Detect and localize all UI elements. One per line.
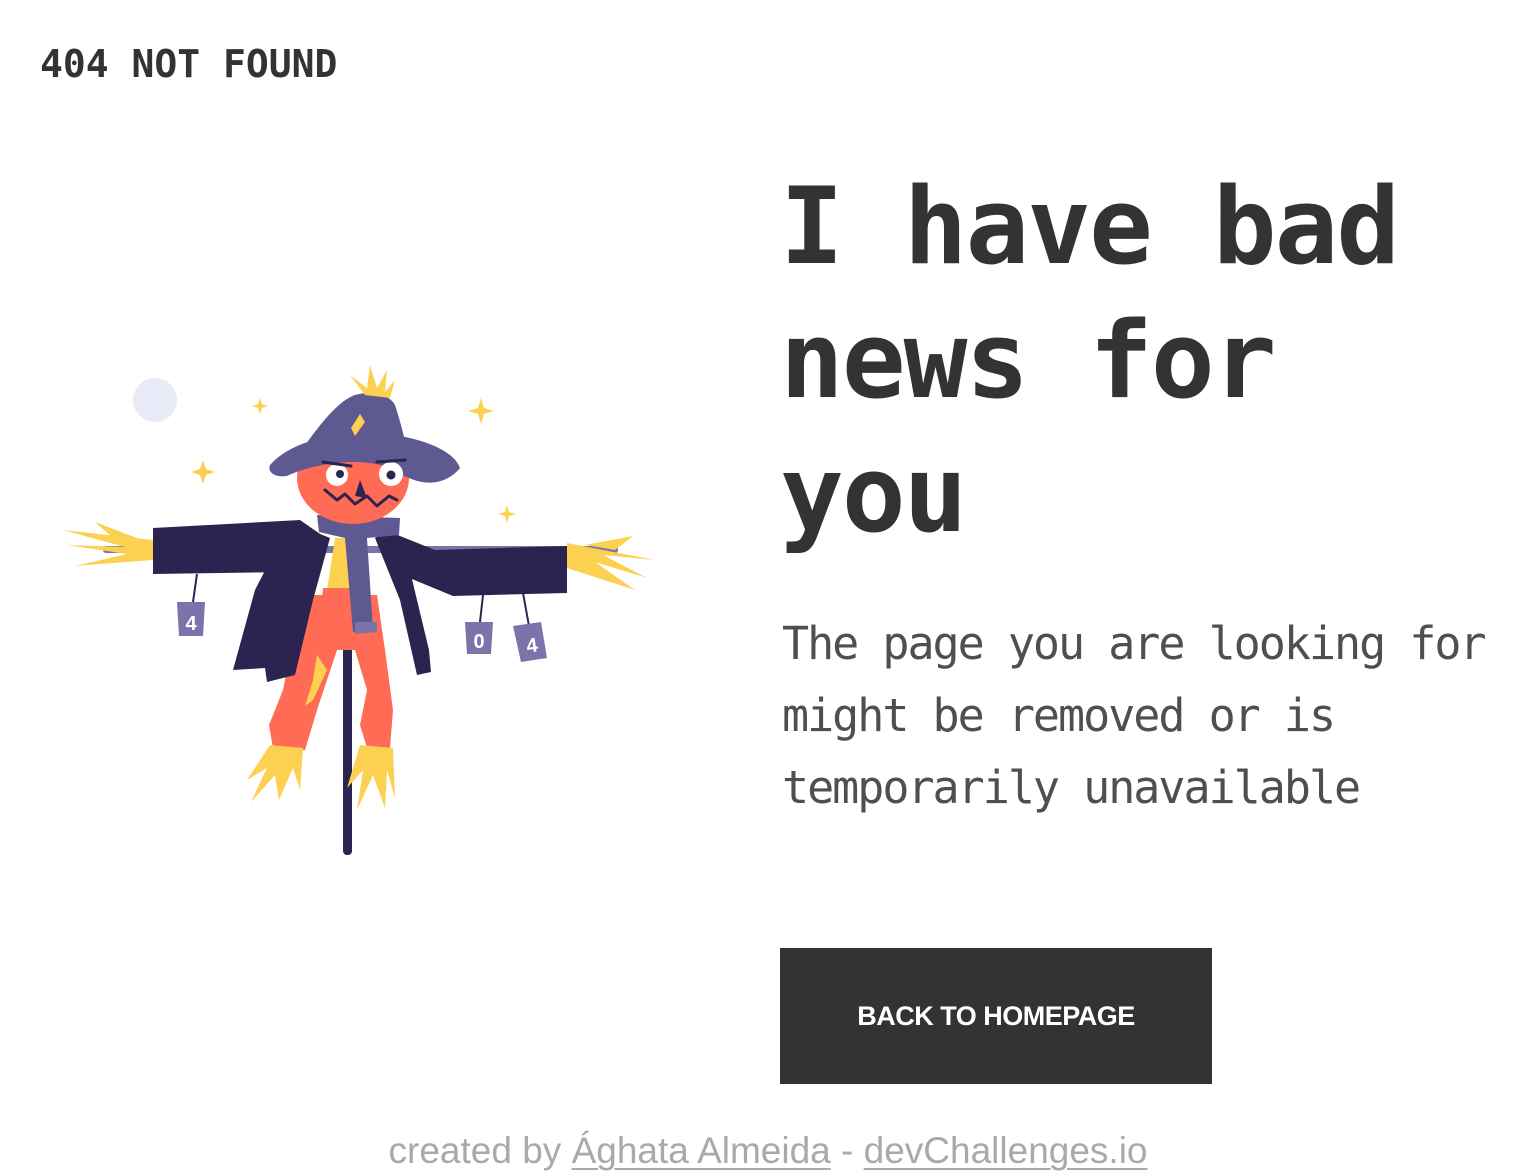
can-0: 0 (465, 622, 493, 654)
footer-credits: created by Ághata Almeida - devChallenge… (0, 1130, 1536, 1172)
page-headline: I have bad news for you (780, 165, 1400, 556)
footer-separator: - (841, 1130, 854, 1171)
can-label: 0 (473, 631, 484, 653)
footer-prefix: created by (388, 1130, 562, 1171)
back-to-homepage-button[interactable]: BACK TO HOMEPAGE (780, 948, 1212, 1084)
can-label: 4 (185, 613, 197, 635)
can-4-left: 4 (177, 602, 205, 636)
moon-icon (133, 378, 177, 422)
can-4-right: 4 (513, 622, 547, 662)
site-title: 404 NOT FOUND (40, 42, 338, 86)
scarecrow-illustration: 4 0 4 (55, 350, 665, 860)
author-link[interactable]: Ághata Almeida (572, 1130, 831, 1171)
page-description: The page you are looking for might be re… (782, 617, 1487, 814)
devchallenges-link[interactable]: devChallenges.io (864, 1130, 1148, 1171)
